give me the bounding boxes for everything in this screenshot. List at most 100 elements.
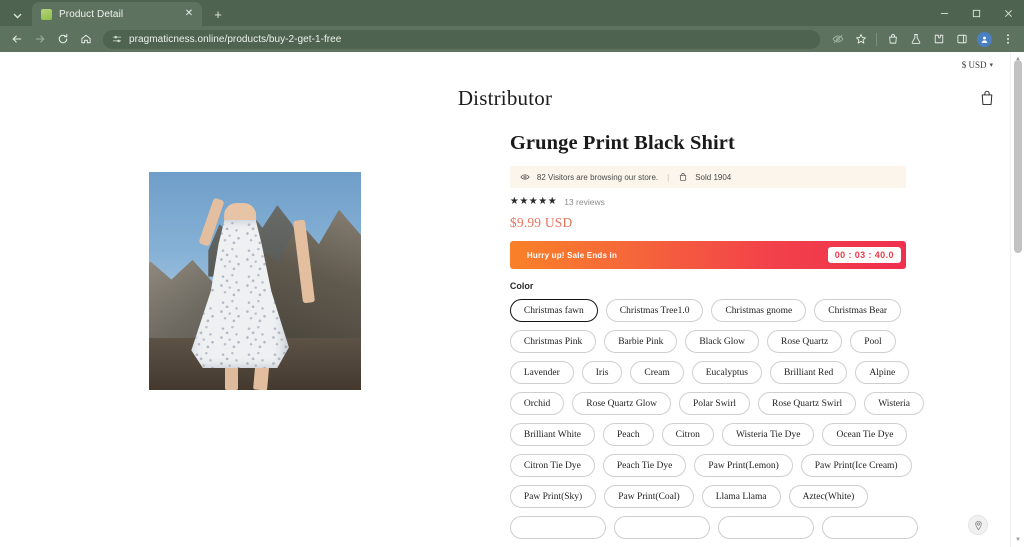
color-swatch[interactable] — [821, 516, 918, 539]
home-icon[interactable] — [75, 29, 96, 50]
color-option-label: Color — [509, 281, 534, 291]
color-swatch[interactable]: Citron — [661, 423, 714, 446]
maximize-button[interactable] — [960, 0, 992, 26]
product-media-column — [0, 130, 510, 539]
color-swatch[interactable]: Llama Llama — [701, 485, 781, 508]
star-rating-icon: ★★★★★ — [509, 196, 558, 207]
color-swatch-row: Citron Tie Dye Peach Tie Dye Paw Print(Lem… — [509, 454, 924, 477]
store-page: $ USD ▾ Distributor Grunge Print Black S… — [0, 52, 1010, 547]
color-swatch[interactable]: Polar Swirl — [678, 392, 750, 415]
close-window-button[interactable] — [992, 0, 1024, 26]
new-tab-button[interactable]: + — [207, 3, 229, 25]
visitors-count-text: 82 Visitors are browsing our store. — [536, 172, 659, 182]
currency-label: $ USD — [961, 59, 987, 70]
tab-product-detail[interactable]: Product Detail ✕ — [32, 2, 202, 26]
browser-window: Product Detail ✕ + pragmaticness.online/… — [0, 0, 1024, 547]
color-swatch[interactable]: Paw Print(Ice Cream) — [800, 454, 912, 477]
color-swatch[interactable] — [509, 516, 606, 539]
color-swatch[interactable]: Paw Print(Coal) — [604, 485, 694, 508]
bag-icon — [680, 173, 687, 181]
countdown-timer: 00 : 03 : 40.0 — [827, 247, 901, 263]
color-swatch[interactable]: Orchid — [509, 392, 565, 415]
chevron-down-icon: ▾ — [989, 60, 993, 69]
color-swatch[interactable]: Citron Tie Dye — [509, 454, 595, 477]
side-panel-icon[interactable] — [951, 29, 972, 50]
minimize-button[interactable] — [928, 0, 960, 26]
social-proof-divider: | — [667, 172, 670, 182]
color-swatch[interactable]: Paw Print(Sky) — [509, 485, 597, 508]
three-dot-menu-icon[interactable] — [997, 29, 1018, 50]
page-scrollbar[interactable]: ▲ ▼ — [1010, 52, 1024, 547]
color-swatch[interactable]: Paw Print(Lemon) — [694, 454, 793, 477]
browser-toolbar: pragmaticness.online/products/buy-2-get-… — [0, 26, 1024, 52]
sold-count-text: Sold 1904 — [695, 172, 732, 182]
color-swatch[interactable]: Iris — [581, 361, 623, 384]
color-swatch[interactable]: Black Glow — [685, 330, 759, 353]
color-swatch[interactable]: Wisteria — [864, 392, 924, 415]
color-swatch[interactable] — [717, 516, 814, 539]
color-swatch[interactable]: Pool — [850, 330, 896, 353]
eye-crossed-icon[interactable] — [827, 29, 848, 50]
color-swatch-row: Paw Print(Sky) Paw Print(Coal) Llama Llama… — [509, 485, 924, 508]
forward-arrow-icon[interactable] — [29, 29, 50, 50]
toolbar-divider — [876, 32, 877, 46]
profile-avatar-icon[interactable] — [977, 31, 992, 47]
reload-icon[interactable] — [52, 29, 73, 50]
flask-icon[interactable] — [905, 29, 926, 50]
sale-countdown-banner: Hurry up! Sale Ends in 00 : 03 : 40.0 — [509, 241, 906, 269]
page-viewport: $ USD ▾ Distributor Grunge Print Black S… — [0, 52, 1024, 547]
color-swatch[interactable]: Alpine — [855, 361, 910, 384]
color-swatch-list: Christmas fawn Christmas Tree1.0 Christmas… — [509, 299, 924, 539]
color-swatch[interactable]: Peach Tie Dye — [602, 454, 687, 477]
tab-favicon-icon — [41, 8, 52, 20]
site-settings-icon[interactable] — [112, 34, 122, 44]
color-swatch[interactable]: Aztec(White) — [788, 485, 869, 508]
color-swatch-row: Brilliant White Peach Citron Wisteria Tie D… — [509, 423, 924, 446]
color-swatch[interactable]: Christmas fawn — [509, 299, 598, 322]
sale-banner-text: Hurry up! Sale Ends in — [526, 250, 618, 260]
color-swatch[interactable]: Rose Quartz Glow — [572, 392, 671, 415]
address-bar[interactable]: pragmaticness.online/products/buy-2-get-… — [103, 29, 820, 49]
color-swatch[interactable]: Christmas gnome — [711, 299, 807, 322]
product-price: $9.99 USD — [509, 215, 573, 230]
tab-title: Product Detail — [59, 8, 124, 20]
color-swatch-row: Christmas Pink Barbie Pink Black Glow Rose … — [509, 330, 924, 353]
star-icon[interactable] — [850, 29, 871, 50]
scrollbar-thumb[interactable] — [1014, 60, 1022, 253]
color-swatch[interactable]: Eucalyptus — [691, 361, 762, 384]
color-swatch[interactable]: Lavender — [509, 361, 574, 384]
color-swatch[interactable]: Ocean Tie Dye — [822, 423, 908, 446]
url-text: pragmaticness.online/products/buy-2-get-… — [129, 33, 342, 45]
back-arrow-icon[interactable] — [6, 29, 27, 50]
site-header: Distributor — [0, 74, 1010, 122]
color-swatch[interactable]: Brilliant White — [509, 423, 595, 446]
extensions-icon[interactable] — [928, 29, 949, 50]
color-swatch[interactable]: Christmas Tree1.0 — [605, 299, 704, 322]
color-swatch[interactable]: Cream — [630, 361, 684, 384]
color-swatch[interactable]: Christmas Pink — [509, 330, 597, 353]
rating-row: ★★★★★ 13 reviews — [509, 196, 924, 208]
color-swatch[interactable]: Wisteria Tie Dye — [721, 423, 815, 446]
color-swatch-row — [509, 516, 924, 539]
color-swatch[interactable] — [613, 516, 710, 539]
page-title: Grunge Print Black Shirt — [509, 132, 735, 154]
product-section: Grunge Print Black Shirt 82 Visitors are… — [0, 122, 1010, 539]
cart-icon[interactable] — [980, 90, 994, 106]
site-logo-title[interactable]: Distributor — [458, 86, 552, 111]
color-swatch[interactable]: Brilliant Red — [769, 361, 848, 384]
shopping-bag-icon[interactable] — [882, 29, 903, 50]
tab-search-icon[interactable] — [4, 4, 30, 26]
help-pin-icon[interactable] — [968, 515, 988, 535]
currency-selector[interactable]: $ USD ▾ — [962, 60, 993, 70]
color-swatch[interactable]: Peach — [602, 423, 654, 446]
tab-strip: Product Detail ✕ + — [0, 0, 1024, 26]
product-image[interactable] — [148, 172, 361, 390]
color-swatch[interactable]: Christmas Bear — [814, 299, 902, 322]
social-proof-banner: 82 Visitors are browsing our store. | So… — [509, 166, 906, 188]
tab-close-icon[interactable]: ✕ — [182, 7, 196, 21]
scroll-down-icon[interactable]: ▼ — [1011, 533, 1024, 547]
color-swatch[interactable]: Rose Quartz — [766, 330, 843, 353]
color-swatch[interactable]: Barbie Pink — [604, 330, 678, 353]
reviews-link[interactable]: 13 reviews — [564, 197, 605, 207]
color-swatch[interactable]: Rose Quartz Swirl — [758, 392, 857, 415]
